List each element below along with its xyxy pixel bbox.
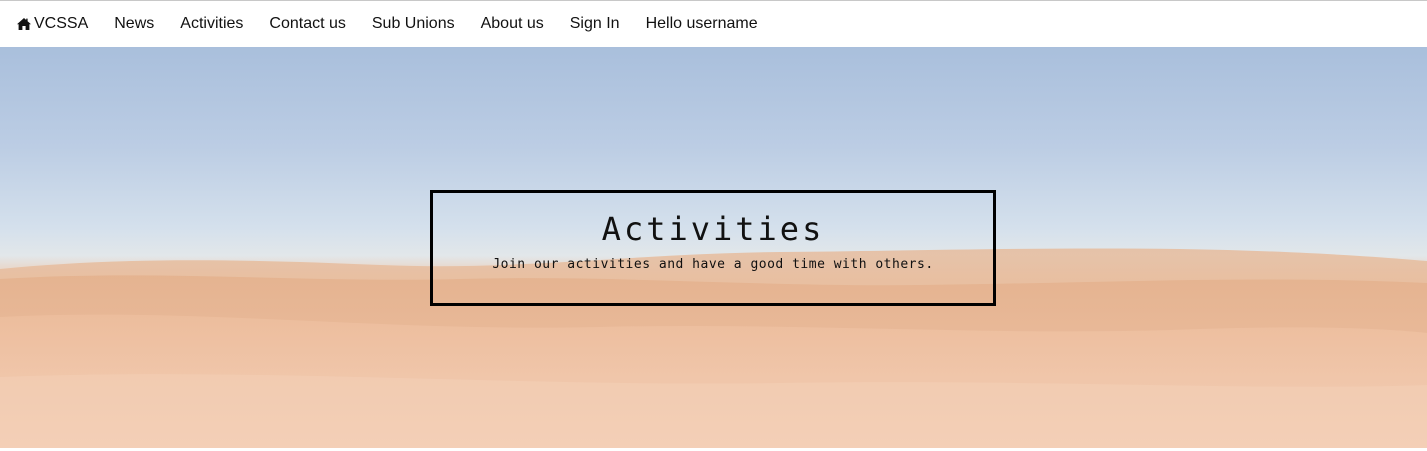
nav-contact-us[interactable]: Contact us — [269, 15, 345, 33]
brand-label: VCSSA — [34, 14, 89, 32]
top-navbar: VCSSA News Activities Contact us Sub Uni… — [0, 1, 1427, 46]
hero-title: Activities — [601, 210, 825, 248]
home-icon — [16, 17, 32, 31]
hero-title-box: Activities Join our activities and have … — [430, 190, 996, 306]
nav-about-us[interactable]: About us — [481, 15, 544, 33]
nav-sub-unions[interactable]: Sub Unions — [372, 15, 455, 33]
hero-banner: Activities Join our activities and have … — [0, 47, 1427, 448]
nav-sign-in[interactable]: Sign In — [570, 15, 620, 33]
brand-link[interactable]: VCSSA — [16, 15, 88, 33]
nav-activities[interactable]: Activities — [180, 15, 243, 33]
page: VCSSA News Activities Contact us Sub Uni… — [0, 0, 1427, 451]
nav-user-greeting[interactable]: Hello username — [646, 15, 758, 33]
nav-news[interactable]: News — [114, 15, 154, 33]
hero-subtitle: Join our activities and have a good time… — [492, 257, 934, 272]
